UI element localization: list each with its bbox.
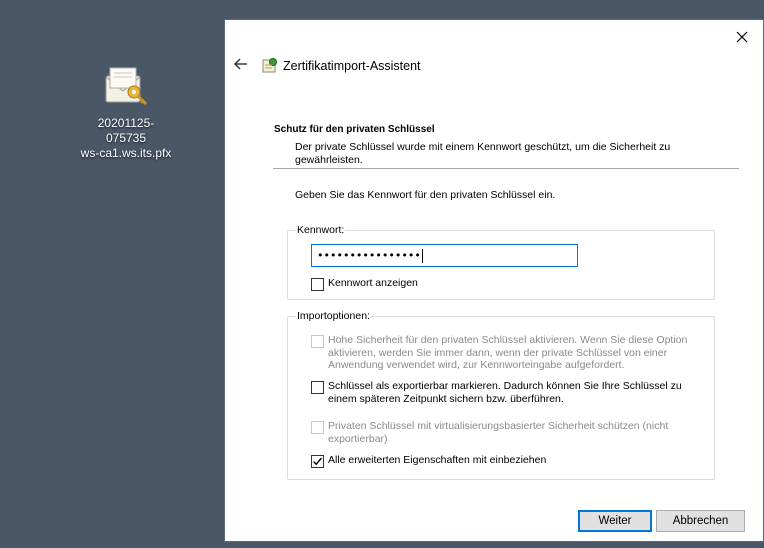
show-password-label: Kennwort anzeigen xyxy=(328,277,418,289)
password-group: Kennwort: •••••••••••••••• Kennwort anze… xyxy=(287,224,715,300)
import-options-group: Importoptionen: Hohe Sicherheit für den … xyxy=(287,310,715,480)
next-button[interactable]: Weiter xyxy=(578,510,652,532)
high-security-option: Hohe Sicherheit für den privaten Schlüss… xyxy=(311,334,708,372)
high-security-label: Hohe Sicherheit für den privaten Schlüss… xyxy=(328,334,688,371)
exportable-label: Schlüssel als exportierbar markieren. Da… xyxy=(328,380,682,405)
cancel-button[interactable]: Abbrechen xyxy=(656,510,745,532)
wizard-title: Zertifikatimport-Assistent xyxy=(283,59,421,73)
certificate-wizard-icon xyxy=(261,56,279,74)
password-group-legend: Kennwort: xyxy=(296,224,346,236)
certificate-file-icon xyxy=(100,62,152,114)
virtualization-security-option: Privaten Schlüssel mit virtualisierungsb… xyxy=(311,420,708,445)
back-button[interactable] xyxy=(233,56,249,72)
exportable-checkbox[interactable] xyxy=(311,381,324,394)
extended-properties-option[interactable]: Alle erweiterten Eigenschaften mit einbe… xyxy=(311,454,708,468)
back-arrow-icon xyxy=(234,58,247,70)
section-heading: Schutz für den privaten Schlüssel xyxy=(274,124,435,135)
text-caret xyxy=(421,248,423,263)
close-button[interactable] xyxy=(731,26,753,48)
certificate-import-wizard-dialog: Zertifikatimport-Assistent Schutz für de… xyxy=(224,19,764,542)
extended-properties-checkbox[interactable] xyxy=(311,455,324,468)
show-password-option[interactable]: Kennwort anzeigen xyxy=(311,277,708,291)
section-description: Der private Schlüssel wurde mit einem Ke… xyxy=(295,141,671,166)
import-options-legend: Importoptionen: xyxy=(296,310,371,322)
checkmark-icon xyxy=(313,457,323,466)
instruction-text: Geben Sie das Kennwort für den privaten … xyxy=(295,189,556,201)
show-password-checkbox[interactable] xyxy=(311,278,324,291)
virtualization-security-label: Privaten Schlüssel mit virtualisierungsb… xyxy=(328,420,669,445)
desktop-file-icon[interactable]: 20201125-075735 ws-ca1.ws.its.pfx xyxy=(80,62,172,161)
desktop-file-name: 20201125-075735 ws-ca1.ws.its.pfx xyxy=(80,116,172,160)
password-value: •••••••••••••••• xyxy=(317,249,421,262)
high-security-checkbox xyxy=(311,335,324,348)
exportable-option[interactable]: Schlüssel als exportierbar markieren. Da… xyxy=(311,380,708,405)
extended-properties-label: Alle erweiterten Eigenschaften mit einbe… xyxy=(328,454,547,466)
header-divider xyxy=(273,168,739,169)
virtualization-security-checkbox xyxy=(311,421,324,434)
password-input[interactable]: •••••••••••••••• xyxy=(311,244,578,267)
close-icon xyxy=(736,31,748,43)
